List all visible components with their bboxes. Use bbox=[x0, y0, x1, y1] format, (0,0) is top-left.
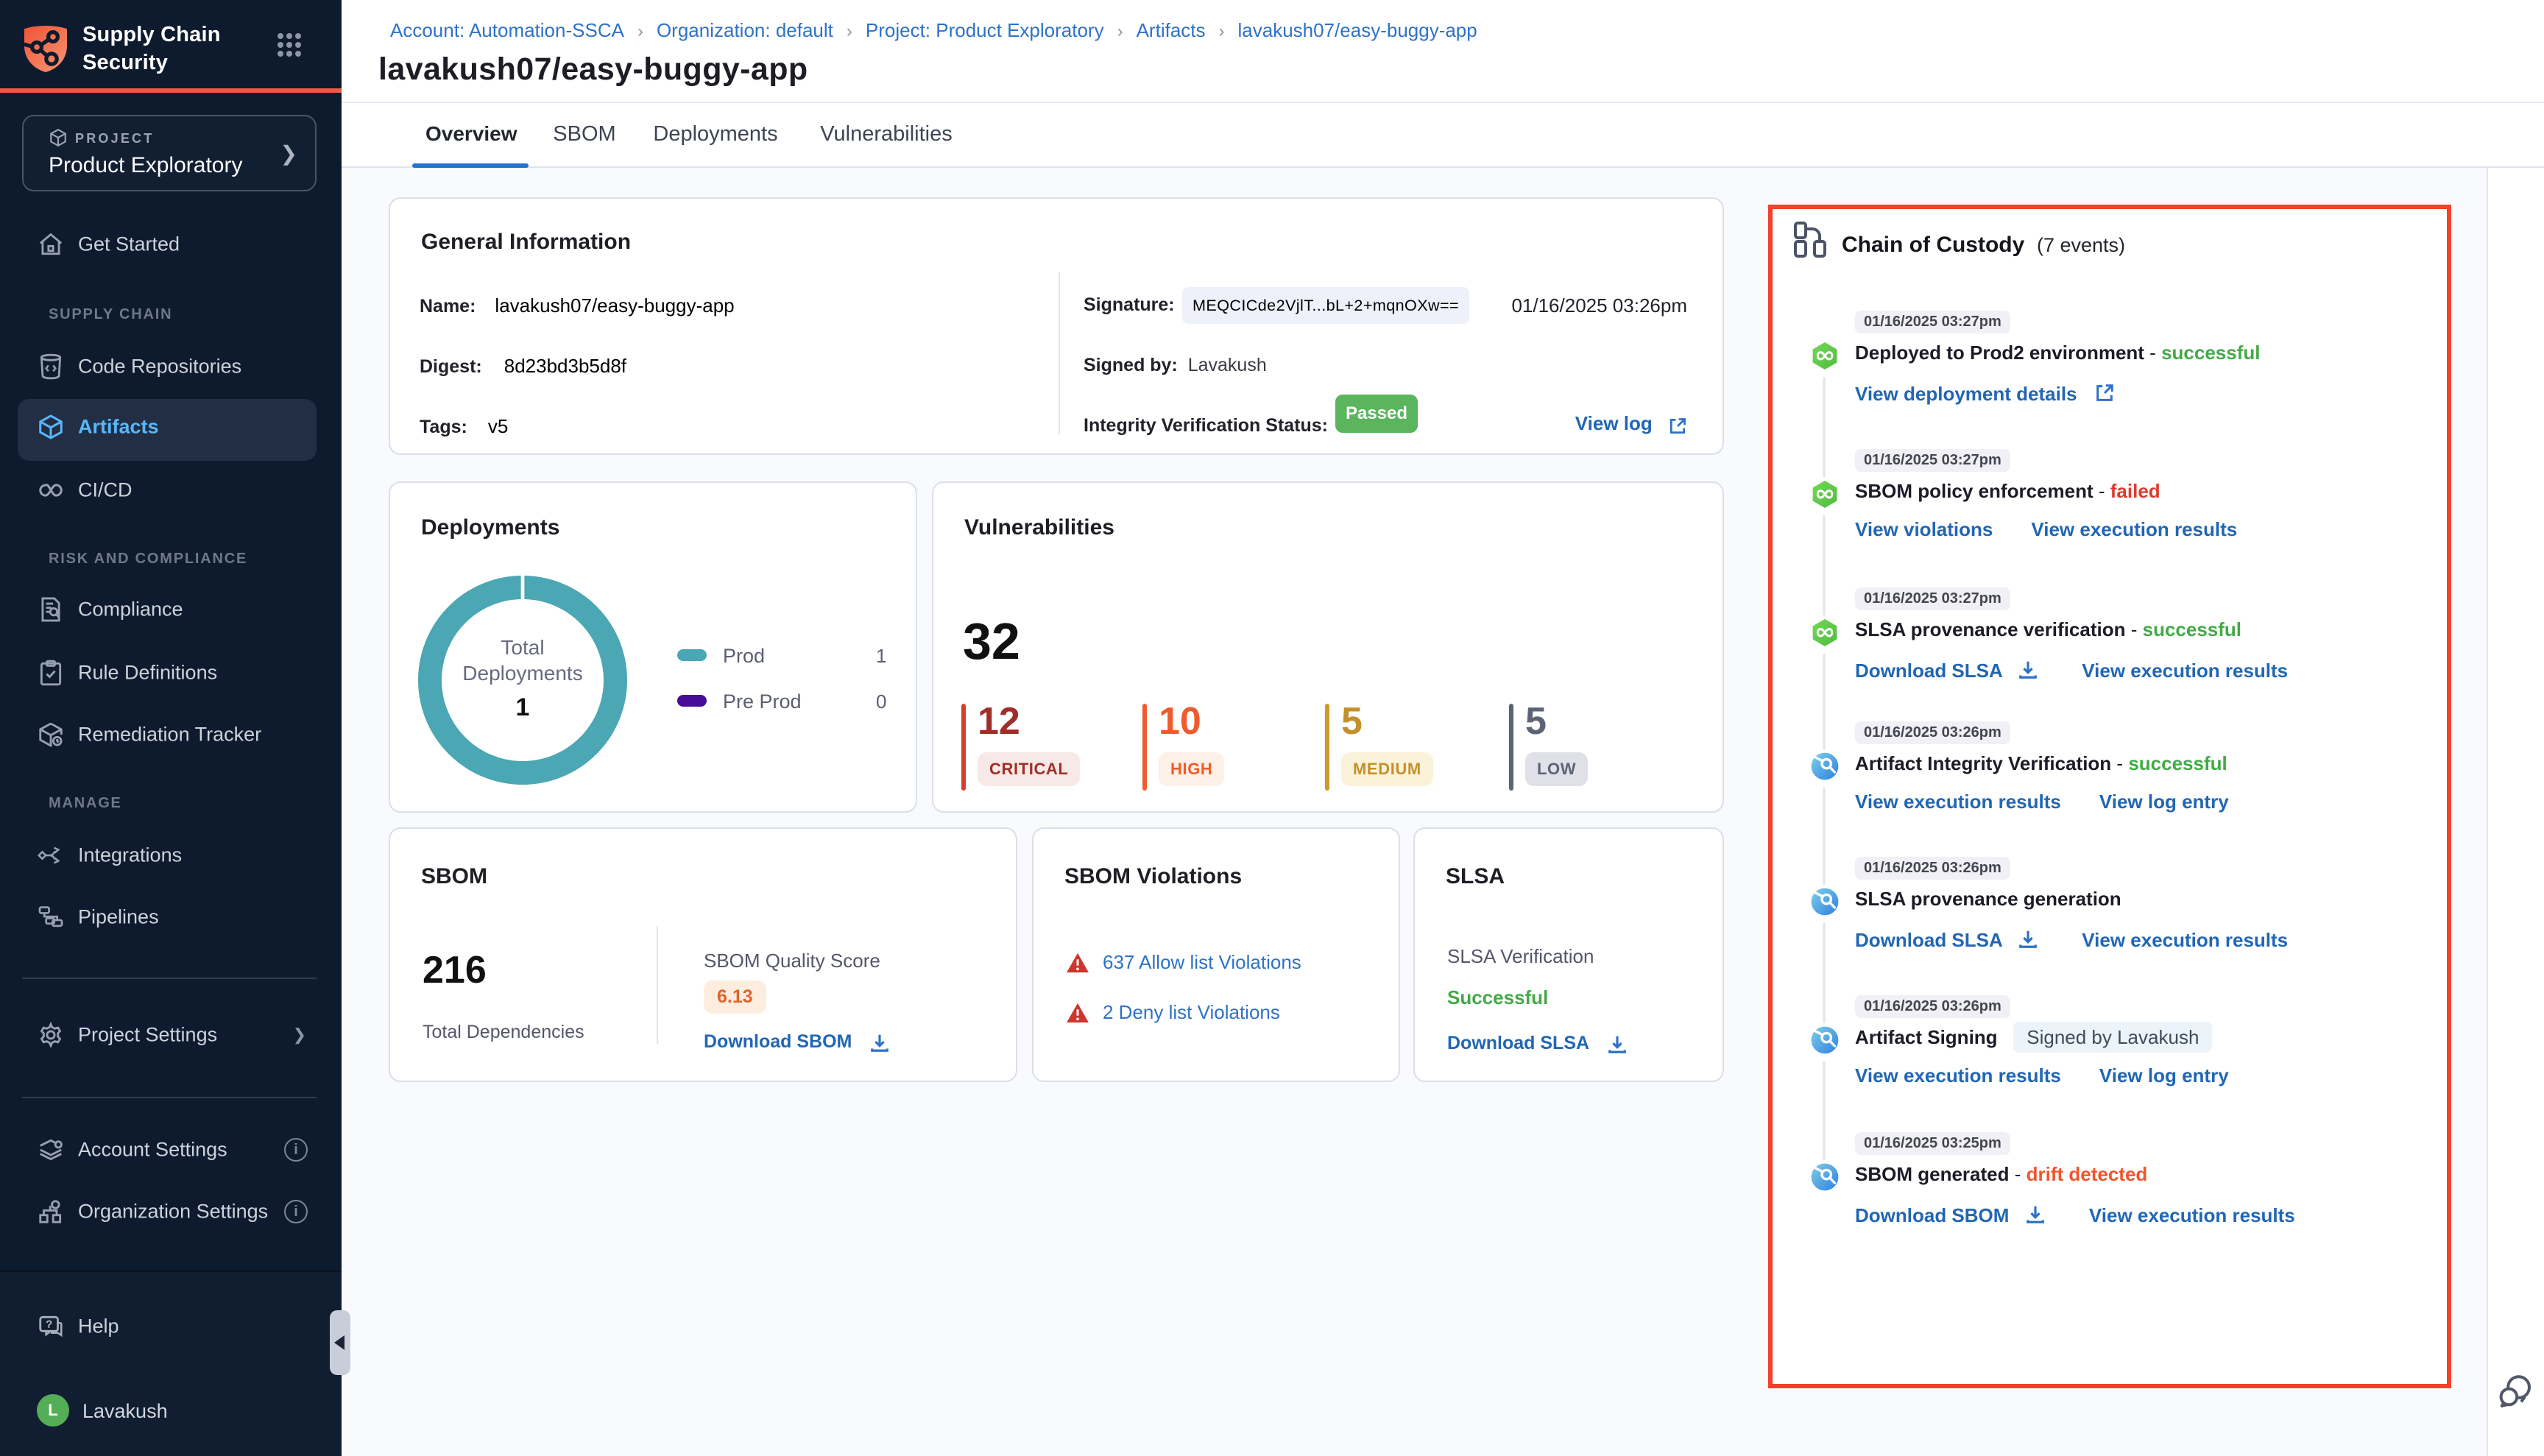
svg-text:?: ? bbox=[46, 1319, 52, 1331]
